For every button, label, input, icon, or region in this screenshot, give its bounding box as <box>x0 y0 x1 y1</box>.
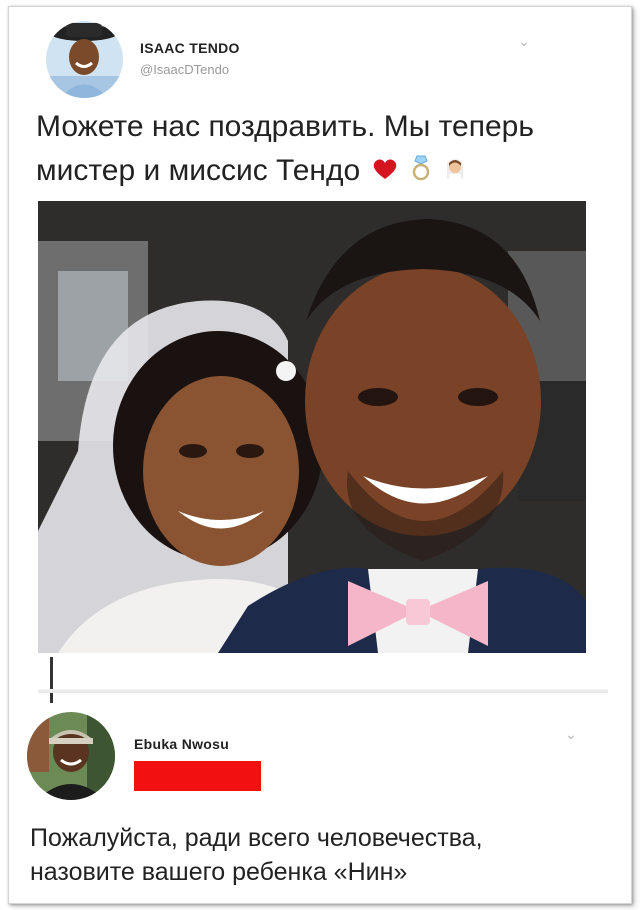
reply-text-line2: назовите вашего ребенка «Нин» <box>30 858 408 886</box>
bride-emoji-icon <box>443 155 467 189</box>
reply-text-line1: Пожалуйста, ради всего человечества, <box>30 824 483 852</box>
tweet-text-line2: мистер и миссис Тендо <box>36 154 467 190</box>
ring-emoji-icon <box>411 154 431 190</box>
reply-author-avatar[interactable] <box>27 712 115 800</box>
tweet-text-line1: Можете нас поздравить. Мы теперь <box>36 110 534 143</box>
reply-chevron-down-icon[interactable]: ⌄ <box>565 726 577 743</box>
separator <box>38 689 608 693</box>
author-handle[interactable]: @IsaacDTendo <box>140 62 229 77</box>
reply-author-name[interactable]: Ebuka Nwosu <box>134 736 229 752</box>
tweet-screenshot: ISAAC TENDO @IsaacDTendo ⌄ Можете нас по… <box>8 6 632 904</box>
thread-line <box>50 657 53 703</box>
author-avatar[interactable] <box>46 21 123 98</box>
tweet-text-line2-text: мистер и миссис Тендо <box>36 154 361 187</box>
chevron-down-icon[interactable]: ⌄ <box>518 33 530 50</box>
author-name[interactable]: ISAAC TENDO <box>140 40 240 56</box>
heart-emoji-icon <box>372 155 398 189</box>
tweet-photo[interactable] <box>38 201 586 653</box>
redacted-handle <box>134 761 261 791</box>
